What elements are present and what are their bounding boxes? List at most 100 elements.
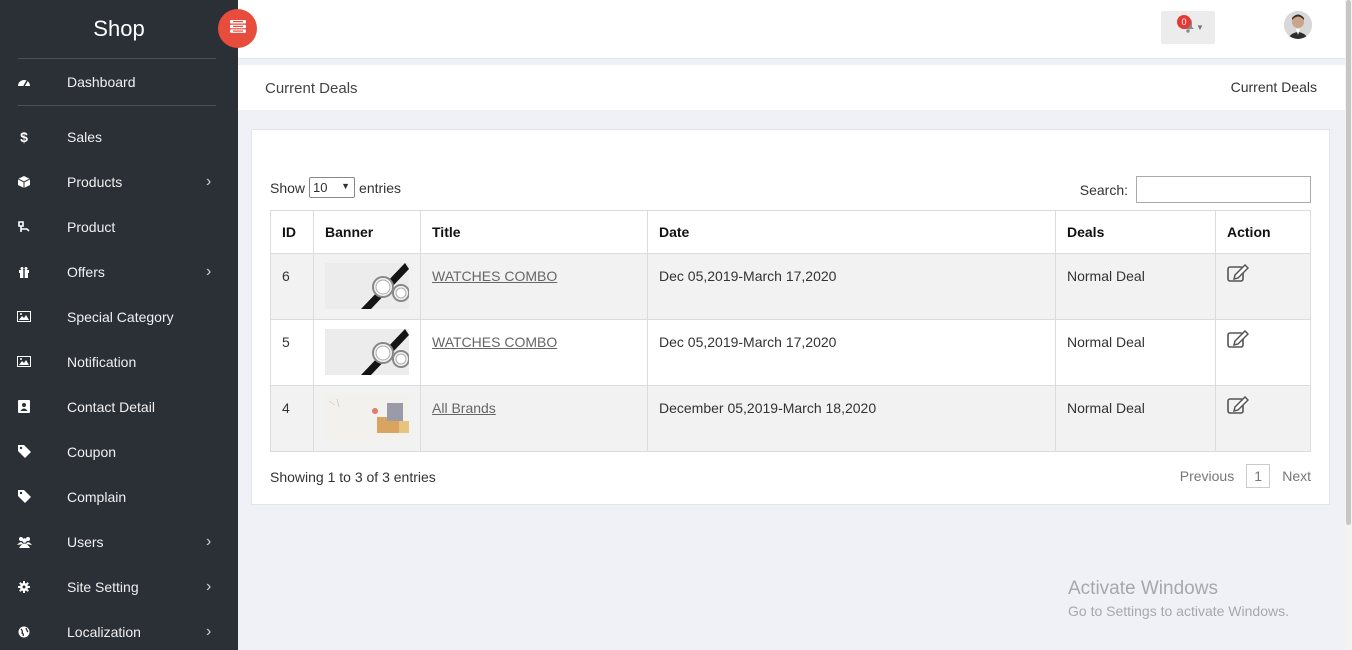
- cell-title: WATCHES COMBO: [420, 253, 648, 320]
- caret-down-icon: ▼: [341, 181, 351, 191]
- image-icon: [16, 354, 32, 370]
- brand-title: Shop: [93, 16, 145, 41]
- breadcrumb[interactable]: Current Deals: [1231, 79, 1317, 95]
- cell-action: [1215, 319, 1311, 386]
- entries-select-value: 10: [313, 180, 328, 195]
- sidebar-item-label: Site Setting: [67, 578, 139, 595]
- cell-deals: Normal Deal: [1055, 319, 1216, 386]
- watermark-subtitle: Go to Settings to activate Windows.: [1068, 603, 1289, 619]
- watches-banner-image: [325, 263, 409, 309]
- cell-date: Dec 05,2019-March 17,2020: [647, 253, 1056, 320]
- scrollbar-thumb[interactable]: [1346, 0, 1351, 525]
- deals-card: Show 10 ▼ entries Search: ID Banner Titl…: [251, 129, 1330, 505]
- avatar[interactable]: [1284, 11, 1312, 39]
- brands-banner-image: [325, 395, 409, 441]
- search-input[interactable]: [1136, 176, 1311, 203]
- sidebar-item-label: Coupon: [67, 443, 117, 460]
- table-row: 6 WATCHES COMBO Dec 05,2019-March 17,202…: [270, 253, 1311, 320]
- edit-icon[interactable]: [1227, 263, 1250, 285]
- notifications-button[interactable]: 0 ▼: [1161, 11, 1215, 44]
- table-row: 4 All Brands December 05,2019-March 18,2…: [270, 385, 1311, 452]
- sidebar-item-offers[interactable]: Offers ›: [0, 249, 238, 294]
- cell-banner: [313, 385, 421, 452]
- edit-icon[interactable]: [1227, 329, 1250, 351]
- sidebar-item-products[interactable]: Products ›: [0, 159, 238, 204]
- sidebar-item-users[interactable]: Users ›: [0, 519, 238, 564]
- contact-card-icon: [16, 399, 32, 415]
- page-header: Current Deals Current Deals: [238, 65, 1345, 110]
- sidebar-item-special-category[interactable]: Special Category: [0, 294, 238, 339]
- previous-page-button[interactable]: Previous: [1180, 468, 1234, 484]
- column-header-deals[interactable]: Deals: [1055, 210, 1216, 254]
- divider: [18, 105, 216, 106]
- next-page-button[interactable]: Next: [1282, 468, 1311, 484]
- table-info: Showing 1 to 3 of 3 entries: [270, 469, 436, 485]
- cell-title: WATCHES COMBO: [420, 319, 648, 386]
- watches-banner-image: [325, 329, 409, 375]
- cell-deals: Normal Deal: [1055, 385, 1216, 452]
- cell-banner: [313, 319, 421, 386]
- sidebar-nav: Dashboard: [0, 59, 238, 105]
- cell-id: 6: [270, 253, 314, 320]
- users-icon: [16, 534, 32, 550]
- sidebar-item-dashboard[interactable]: Dashboard: [0, 59, 238, 105]
- entries-label: entries: [359, 179, 402, 196]
- show-label: Show: [270, 179, 306, 196]
- entries-select[interactable]: 10 ▼: [309, 177, 356, 198]
- column-header-title[interactable]: Title: [420, 210, 648, 254]
- sidebar-item-localization[interactable]: Localization ›: [0, 609, 238, 650]
- edit-icon[interactable]: [1227, 395, 1250, 417]
- cell-id: 4: [270, 385, 314, 452]
- globe-icon: [16, 624, 32, 640]
- sidebar-item-label: Localization: [67, 623, 141, 640]
- cell-date: Dec 05,2019-March 17,2020: [647, 319, 1056, 386]
- sidebar-item-label: Users: [67, 533, 104, 550]
- page-button-current[interactable]: 1: [1246, 464, 1271, 488]
- column-header-date[interactable]: Date: [647, 210, 1056, 254]
- dashboard-icon: [16, 74, 32, 90]
- topbar: 0 ▼: [238, 0, 1345, 59]
- gear-icon: [16, 579, 32, 595]
- sidebar-item-sales[interactable]: $ Sales: [0, 114, 238, 159]
- sidebar-item-label: Special Category: [67, 308, 174, 325]
- page-scrollbar[interactable]: [1345, 0, 1352, 650]
- search-label: Search:: [1079, 181, 1128, 198]
- cell-action: [1215, 385, 1311, 452]
- tag-icon: [16, 444, 32, 460]
- chevron-right-icon: ›: [206, 577, 212, 595]
- sidebar-item-label: Dashboard: [67, 74, 136, 90]
- chevron-right-icon: ›: [206, 172, 212, 190]
- entries-length-control: Show 10 ▼ entries: [270, 177, 401, 198]
- cell-action: [1215, 253, 1311, 320]
- cell-date: December 05,2019-March 18,2020: [647, 385, 1056, 452]
- deal-title-link[interactable]: WATCHES COMBO: [432, 268, 557, 284]
- sidebar-item-complain[interactable]: Complain: [0, 474, 238, 519]
- table-search: Search:: [1080, 176, 1311, 203]
- column-header-id[interactable]: ID: [270, 210, 314, 254]
- cell-id: 5: [270, 319, 314, 386]
- sidebar-item-contact-detail[interactable]: Contact Detail: [0, 384, 238, 429]
- tag-icon: [16, 489, 32, 505]
- sidebar-item-label: Sales: [67, 128, 103, 145]
- product-icon: [16, 219, 32, 235]
- sidebar-item-label: Products: [67, 173, 123, 190]
- sidebar-item-label: Contact Detail: [67, 398, 155, 415]
- deal-title-link[interactable]: All Brands: [432, 400, 496, 416]
- gift-icon: [16, 264, 32, 280]
- sidebar-item-label: Product: [67, 218, 116, 235]
- menu-toggle-icon: [229, 19, 246, 38]
- cell-title: All Brands: [420, 385, 648, 452]
- deal-title-link[interactable]: WATCHES COMBO: [432, 334, 557, 350]
- chevron-right-icon: ›: [206, 622, 212, 640]
- sidebar-item-site-setting[interactable]: Site Setting ›: [0, 564, 238, 609]
- pagination: Previous 1 Next: [1180, 464, 1311, 488]
- sidebar-item-notification[interactable]: Notification: [0, 339, 238, 384]
- sidebar-toggle-button[interactable]: [218, 9, 257, 48]
- sidebar-item-product[interactable]: Product: [0, 204, 238, 249]
- cell-banner: [313, 253, 421, 320]
- sidebar-item-coupon[interactable]: Coupon: [0, 429, 238, 474]
- notification-count-badge: 0: [1177, 15, 1191, 29]
- column-header-banner[interactable]: Banner: [313, 210, 421, 254]
- column-header-action[interactable]: Action: [1215, 210, 1311, 254]
- sidebar-item-label: Complain: [67, 488, 127, 505]
